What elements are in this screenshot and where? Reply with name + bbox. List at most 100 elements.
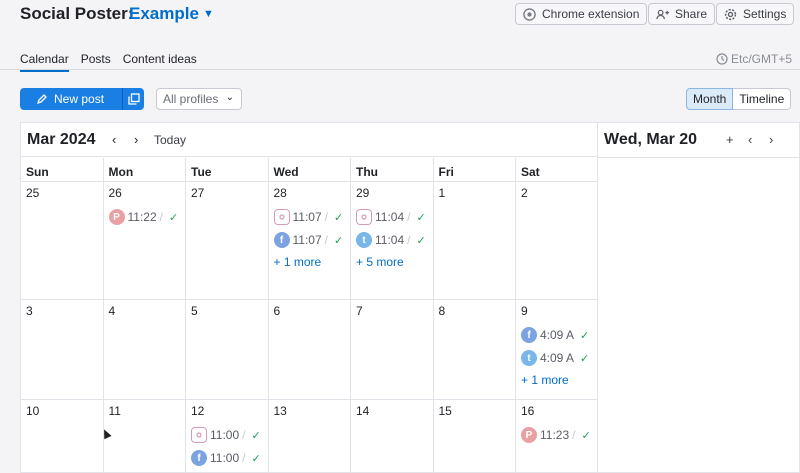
instagram-icon [273, 209, 290, 225]
time-separator: / [324, 210, 328, 224]
scheduled-post[interactable]: 11:07/ ✓ [273, 208, 351, 226]
previous-day-button[interactable]: ‹ [748, 132, 752, 147]
chevron-down-icon: ⌄ [225, 92, 234, 103]
day-number: 13 [273, 404, 287, 418]
panel-divider [598, 157, 800, 158]
calendar-day-cell[interactable]: 11 [104, 400, 186, 473]
scheduled-post[interactable]: P 11:23/ ✓ [521, 426, 599, 444]
calendar-day-cell[interactable]: 27 [186, 182, 269, 299]
calendar-day-cell[interactable]: 9 f 4:09 A ✓ t 4:09 A ✓ + 1 more [516, 300, 599, 399]
new-post-button[interactable]: New post [20, 88, 122, 110]
calendar-week: 3 4 5 6 7 8 9 f 4:09 A ✓ t 4:09 A ✓ + 1 more [21, 299, 599, 399]
calendar-day-cell[interactable]: 7 [351, 300, 434, 399]
more-posts-link[interactable]: + 5 more [356, 255, 433, 269]
scheduled-post[interactable]: f 11:00/ ✓ [191, 449, 268, 467]
calendar-day-cell[interactable]: 26 P 11:22/ ✓ [104, 182, 186, 299]
calendar-day-cell[interactable]: 13 [269, 400, 351, 473]
selected-date: Wed, Mar 20 [604, 131, 698, 148]
calendar-day-cell[interactable]: 4 [104, 300, 186, 399]
weekday-label: Thu [351, 158, 434, 181]
timezone-indicator[interactable]: Etc/GMT+5 [716, 52, 792, 66]
add-post-button[interactable]: + [726, 132, 734, 147]
month-view-button[interactable]: Month [686, 88, 734, 110]
chevron-right-icon: › [134, 132, 139, 147]
post-time: 11:00 [210, 451, 240, 465]
day-number: 8 [438, 304, 446, 318]
calendar-day-cell[interactable]: 2 [516, 182, 599, 299]
copy-icon [127, 93, 140, 105]
bulk-post-button[interactable] [123, 88, 144, 110]
chrome-icon [523, 7, 536, 21]
scheduled-post[interactable]: 11:00/ ✓ [191, 426, 268, 444]
profiles-select-value: All profiles [163, 92, 219, 106]
calendar-day-cell[interactable]: 28 11:07/ ✓ f 11:07/ ✓ + 1 more [269, 182, 351, 299]
chevron-left-icon: ‹ [112, 132, 117, 147]
next-day-button[interactable]: › [769, 132, 773, 147]
chrome-extension-button[interactable]: Chrome extension [515, 3, 648, 25]
calendar-day-cell[interactable]: 14 [351, 400, 434, 473]
pencil-icon [36, 94, 47, 105]
day-number: 2 [521, 186, 528, 200]
instagram-icon [191, 427, 207, 443]
weekday-label: Tue [186, 158, 269, 181]
twitter-icon: t [356, 232, 372, 248]
scheduled-post[interactable]: t 4:09 A ✓ [521, 349, 599, 367]
scheduled-post[interactable]: 11:04/ ✓ [356, 208, 433, 226]
new-post-button-group: New post [20, 88, 144, 110]
day-number: 11 [108, 404, 121, 418]
pinterest-icon: P [521, 427, 537, 443]
weekday-header: Sun Mon Tue Wed Thu Fri Sat [21, 158, 599, 181]
time-separator: / [324, 233, 328, 247]
scheduled-post[interactable]: t 11:04/ ✓ [356, 231, 433, 249]
facebook-icon: f [191, 450, 207, 466]
calendar-day-cell[interactable]: 10 [21, 400, 104, 473]
day-number: 15 [438, 404, 452, 418]
weekday-label: Mon [104, 158, 186, 181]
tab-divider [0, 69, 800, 70]
check-icon: ✓ [333, 211, 344, 224]
next-month-button[interactable]: › [134, 132, 138, 147]
project-selector[interactable]: Example ▼ [129, 4, 214, 24]
calendar-day-cell[interactable]: 6 [269, 300, 351, 399]
time-separator: / [407, 233, 411, 247]
time-separator: / [242, 451, 246, 465]
scheduled-post[interactable]: f 4:09 A ✓ [521, 326, 599, 344]
post-time: 11:07 [292, 233, 322, 247]
calendar-day-cell[interactable]: 3 [21, 300, 104, 399]
view-toggle: Month Timeline [686, 88, 792, 110]
time-separator: / [572, 428, 576, 442]
share-button[interactable]: Share [648, 3, 716, 25]
day-number: 27 [191, 186, 205, 200]
clock-icon [716, 53, 728, 65]
day-number: 6 [273, 304, 281, 318]
calendar-day-cell[interactable]: 1211:00/✓f11:00/✓+ 1 more [186, 400, 269, 473]
chevron-right-icon: › [769, 132, 774, 147]
calendar-day-cell[interactable]: 15 [434, 400, 516, 473]
time-separator: / [407, 210, 411, 224]
calendar-day-cell[interactable]: 8 [434, 300, 516, 399]
more-posts-link[interactable]: + 1 more [521, 373, 599, 387]
twitter-icon: t [521, 350, 537, 366]
settings-button[interactable]: Settings [716, 3, 795, 25]
timeline-view-button[interactable]: Timeline [733, 88, 792, 110]
calendar-day-cell[interactable]: 16 P 11:23/ ✓ [516, 400, 599, 473]
calendar-day-cell[interactable]: 1 [434, 182, 516, 299]
weekday-label: Wed [269, 158, 351, 181]
profiles-select[interactable]: All profiles ⌄ [156, 88, 242, 110]
day-number: 7 [356, 304, 363, 318]
scheduled-post[interactable]: P 11:22/ ✓ [108, 208, 186, 226]
calendar-day-cell[interactable]: 29 11:04/ ✓ t 11:04/ ✓ + 5 more [351, 182, 434, 299]
calendar-day-cell[interactable]: 5 [186, 300, 269, 399]
calendar-day-cell[interactable]: 25 [21, 182, 104, 299]
more-posts-link[interactable]: + 1 more [274, 255, 351, 269]
time-separator: / [242, 428, 246, 442]
check-icon: ✓ [416, 234, 426, 247]
weekday-label: Fri [434, 158, 516, 181]
today-button[interactable]: Today [154, 133, 186, 147]
previous-month-button[interactable]: ‹ [112, 132, 116, 147]
check-icon: ✓ [333, 234, 344, 247]
scheduled-post[interactable]: f 11:07/ ✓ [273, 231, 351, 249]
weekday-label: Sun [21, 158, 104, 181]
timezone-label: Etc/GMT+5 [730, 52, 792, 66]
check-icon: ✓ [168, 211, 179, 224]
